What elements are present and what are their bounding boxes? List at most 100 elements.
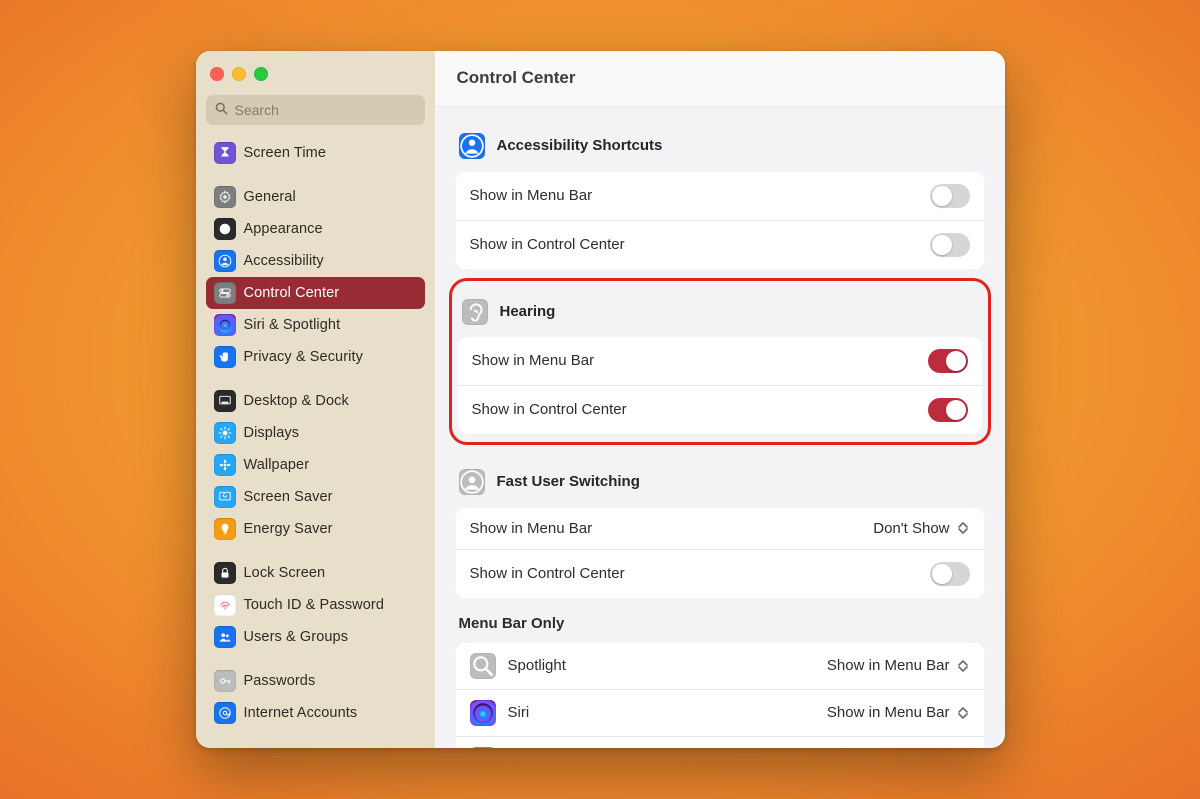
sidebar-item-label: Passwords: [244, 673, 316, 689]
lock-icon: [214, 562, 236, 584]
sidebar-item-label: Screen Time: [244, 145, 327, 161]
sidebar-item-wallpaper[interactable]: Wallpaper: [206, 449, 425, 481]
bulb-icon: [214, 518, 236, 540]
sidebar-item-privacy-security[interactable]: Privacy & Security: [206, 341, 425, 373]
section-accessibility-shortcuts: Accessibility Shortcuts Show in Menu Bar…: [455, 121, 985, 270]
menubar-row-label: Siri: [508, 704, 530, 721]
sidebar-item-users-groups[interactable]: Users & Groups: [206, 621, 425, 653]
hourglass-icon: [214, 142, 236, 164]
sidebar-item-label: Desktop & Dock: [244, 393, 349, 409]
flower-icon: [214, 454, 236, 476]
dropdown-value: Show in Menu Bar: [827, 657, 950, 674]
sidebar-item-internet-accounts[interactable]: Internet Accounts: [206, 697, 425, 729]
section-title: Hearing: [500, 303, 556, 320]
sidebar-item-label: Accessibility: [244, 253, 324, 269]
page-title: Control Center: [457, 68, 576, 88]
menubar-row-time-machine: Time Machine Don't show in Menu Bar: [456, 736, 984, 748]
setting-row: Show in Control Center: [456, 220, 984, 269]
appearance-icon: [214, 218, 236, 240]
sidebar-item-label: Control Center: [244, 285, 340, 301]
setting-row: Show in Control Center: [456, 549, 984, 598]
sun-icon: [214, 422, 236, 444]
user-circle-icon: [459, 469, 485, 495]
hand-icon: [214, 346, 236, 368]
menubar-row-siri: Siri Show in Menu Bar: [456, 689, 984, 736]
toggle-switch[interactable]: [928, 349, 968, 373]
sidebar-item-label: Users & Groups: [244, 629, 349, 645]
fullscreen-button[interactable]: [254, 67, 268, 81]
sidebar-item-label: Siri & Spotlight: [244, 317, 341, 333]
settings-card: Show in Menu Bar Show in Control Center: [455, 171, 985, 270]
sidebar-item-displays[interactable]: Displays: [206, 417, 425, 449]
menubar-card: Spotlight Show in Menu Bar Siri Show in …: [455, 642, 985, 748]
dock-icon: [214, 390, 236, 412]
sidebar-item-accessibility[interactable]: Accessibility: [206, 245, 425, 277]
search-icon: [214, 101, 229, 120]
users-icon: [214, 626, 236, 648]
sidebar: Screen Time General Appearance Accessibi…: [196, 51, 435, 748]
sidebar-item-passwords[interactable]: Passwords: [206, 665, 425, 697]
sidebar-item-desktop-dock[interactable]: Desktop & Dock: [206, 385, 425, 417]
magnify-icon: [470, 653, 496, 679]
setting-row: Show in Menu Bar Don't Show: [456, 508, 984, 549]
sidebar-item-lock-screen[interactable]: Lock Screen: [206, 557, 425, 589]
titlebar: Control Center: [435, 51, 1005, 107]
dropdown[interactable]: Show in Menu Bar: [827, 704, 970, 721]
sidebar-item-general[interactable]: General: [206, 181, 425, 213]
sidebar-list: Screen Time General Appearance Accessibi…: [196, 133, 435, 739]
siri-icon: [470, 700, 496, 726]
dropdown-value: Don't Show: [873, 520, 949, 537]
sidebar-item-energy-saver[interactable]: Energy Saver: [206, 513, 425, 545]
siri-icon: [214, 314, 236, 336]
sidebar-item-screen-time[interactable]: Screen Time: [206, 137, 425, 169]
menu-bar-only-title: Menu Bar Only: [455, 599, 985, 642]
settings-window: Screen Time General Appearance Accessibi…: [196, 51, 1005, 748]
sidebar-item-touch-id[interactable]: Touch ID & Password: [206, 589, 425, 621]
menubar-row-spotlight: Spotlight Show in Menu Bar: [456, 643, 984, 689]
dropdown[interactable]: Show in Menu Bar: [827, 657, 970, 674]
minimize-button[interactable]: [232, 67, 246, 81]
fingerprint-icon: [214, 594, 236, 616]
chevron-updown-icon: [956, 520, 970, 536]
ear-icon: [462, 299, 488, 325]
toggle-switch[interactable]: [930, 233, 970, 257]
setting-row-label: Show in Control Center: [470, 236, 625, 253]
close-button[interactable]: [210, 67, 224, 81]
at-icon: [214, 702, 236, 724]
section-title: Accessibility Shortcuts: [497, 137, 663, 154]
section-fast-user-switching: Fast User Switching Show in Menu Bar Don…: [455, 457, 985, 599]
person-icon: [459, 133, 485, 159]
window-controls: [196, 63, 435, 95]
toggle-switch[interactable]: [930, 562, 970, 586]
gear-icon: [214, 186, 236, 208]
settings-card: Show in Menu Bar Don't Show Show in Cont…: [455, 507, 985, 599]
clock-arrow-icon: [470, 747, 496, 748]
section-header: Hearing: [458, 287, 982, 337]
sidebar-item-appearance[interactable]: Appearance: [206, 213, 425, 245]
content-scroll: Accessibility Shortcuts Show in Menu Bar…: [435, 107, 1005, 748]
setting-row: Show in Menu Bar: [458, 337, 982, 385]
sidebar-item-label: Appearance: [244, 221, 323, 237]
sidebar-item-label: Touch ID & Password: [244, 597, 385, 613]
sidebar-item-screen-saver[interactable]: Screen Saver: [206, 481, 425, 513]
sidebar-item-label: Displays: [244, 425, 300, 441]
setting-row-label: Show in Menu Bar: [472, 352, 595, 369]
sidebar-item-siri-spotlight[interactable]: Siri & Spotlight: [206, 309, 425, 341]
section-header: Fast User Switching: [455, 457, 985, 507]
toggle-switch[interactable]: [930, 184, 970, 208]
sidebar-item-label: Lock Screen: [244, 565, 326, 581]
chevron-updown-icon: [956, 658, 970, 674]
sidebar-item-label: Privacy & Security: [244, 349, 363, 365]
sidebar-item-label: Wallpaper: [244, 457, 310, 473]
section-hearing: Hearing Show in Menu Bar Show in Control…: [449, 278, 991, 445]
sidebar-item-control-center[interactable]: Control Center: [206, 277, 425, 309]
search-field[interactable]: [206, 95, 425, 125]
sidebar-item-label: Energy Saver: [244, 521, 333, 537]
toggle-switch[interactable]: [928, 398, 968, 422]
search-input[interactable]: [229, 101, 418, 119]
person-icon: [214, 250, 236, 272]
menu-bar-only-section: Menu Bar Only Spotlight Show in Menu Bar…: [455, 599, 985, 748]
sidebar-item-label: Screen Saver: [244, 489, 333, 505]
dropdown[interactable]: Don't Show: [873, 520, 969, 537]
menubar-row-label: Spotlight: [508, 657, 566, 674]
